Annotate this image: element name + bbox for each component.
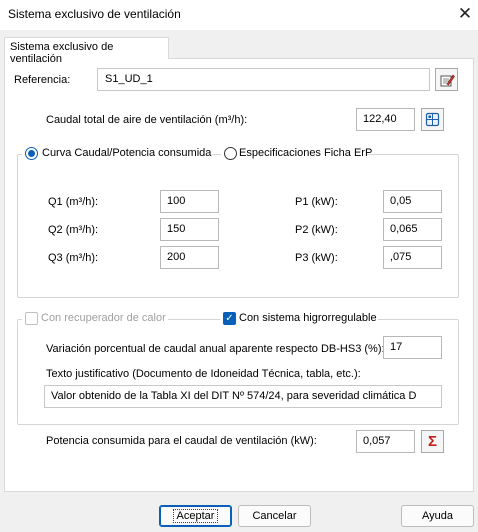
help-label: Ayuda — [422, 510, 453, 522]
caudal-calculator-button[interactable] — [421, 108, 444, 131]
recuperador-option[interactable]: Con recuperador de calor — [22, 311, 168, 327]
p3-input[interactable]: ,075 — [383, 246, 442, 269]
sigma-icon: Σ — [427, 433, 437, 450]
higro-label: Con sistema higrorregulable — [239, 312, 377, 324]
potencia-input[interactable]: 0,057 — [356, 430, 415, 453]
accept-button[interactable]: Aceptar — [159, 505, 232, 527]
p1-input[interactable]: 0,05 — [383, 190, 442, 213]
p2-label: P2 (kW): — [295, 224, 338, 236]
curva-option-1[interactable]: Curva Caudal/Potencia consumida — [22, 146, 212, 162]
sigma-button[interactable]: Σ — [421, 430, 444, 453]
texto-label: Texto justificativo (Documento de Idonei… — [46, 368, 361, 380]
potencia-label: Potencia consumida para el caudal de ven… — [46, 435, 317, 447]
tab-sistema-exclusivo[interactable]: Sistema exclusivo de ventilación — [4, 37, 169, 65]
variacion-label: Variación porcentual de caudal anual apa… — [46, 343, 385, 355]
p1-label: P1 (kW): — [295, 196, 338, 208]
curva-option-2[interactable]: Especificaciones Ficha ErP — [221, 146, 372, 162]
caudal-total-input[interactable]: 122,40 — [356, 108, 415, 131]
edit-reference-button[interactable] — [435, 68, 458, 91]
recuperador-checkbox[interactable] — [25, 312, 38, 325]
help-button[interactable]: Ayuda — [401, 505, 474, 527]
higro-checkbox[interactable]: ✓ — [223, 312, 236, 325]
window-title: Sistema exclusivo de ventilación — [8, 7, 181, 21]
q2-label: Q2 (m³/h): — [48, 224, 99, 236]
edit-reference-icon — [440, 74, 455, 86]
curva-option-2-label: Especificaciones Ficha ErP — [239, 147, 373, 159]
q1-input[interactable]: 100 — [160, 190, 219, 213]
referencia-input[interactable]: S1_UD_1 — [97, 68, 430, 91]
recuperador-label: Con recuperador de calor — [41, 312, 166, 324]
accept-label: Aceptar — [172, 509, 219, 523]
p3-label: P3 (kW): — [295, 252, 338, 264]
calculator-icon — [425, 112, 440, 127]
q1-label: Q1 (m³/h): — [48, 196, 99, 208]
p2-input[interactable]: 0,065 — [383, 218, 442, 241]
texto-input[interactable]: Valor obtenido de la Tabla XI del DIT Nº… — [44, 385, 442, 408]
variacion-input[interactable]: 17 — [383, 336, 442, 359]
caudal-total-label: Caudal total de aire de ventilación (m³/… — [46, 114, 248, 126]
curva-option-1-label: Curva Caudal/Potencia consumida — [42, 147, 212, 159]
higro-option[interactable]: ✓ Con sistema higrorregulable — [220, 311, 378, 327]
cancel-label: Cancelar — [252, 510, 297, 522]
cancel-button[interactable]: Cancelar — [238, 505, 311, 527]
curva-radio[interactable] — [25, 147, 38, 160]
q3-input[interactable]: 200 — [160, 246, 219, 269]
close-button[interactable]: ✕ — [452, 2, 478, 28]
erp-radio[interactable] — [224, 147, 237, 160]
close-icon: ✕ — [457, 4, 473, 23]
referencia-label: Referencia: — [14, 74, 71, 86]
q3-label: Q3 (m³/h): — [48, 252, 99, 264]
q2-input[interactable]: 150 — [160, 218, 219, 241]
